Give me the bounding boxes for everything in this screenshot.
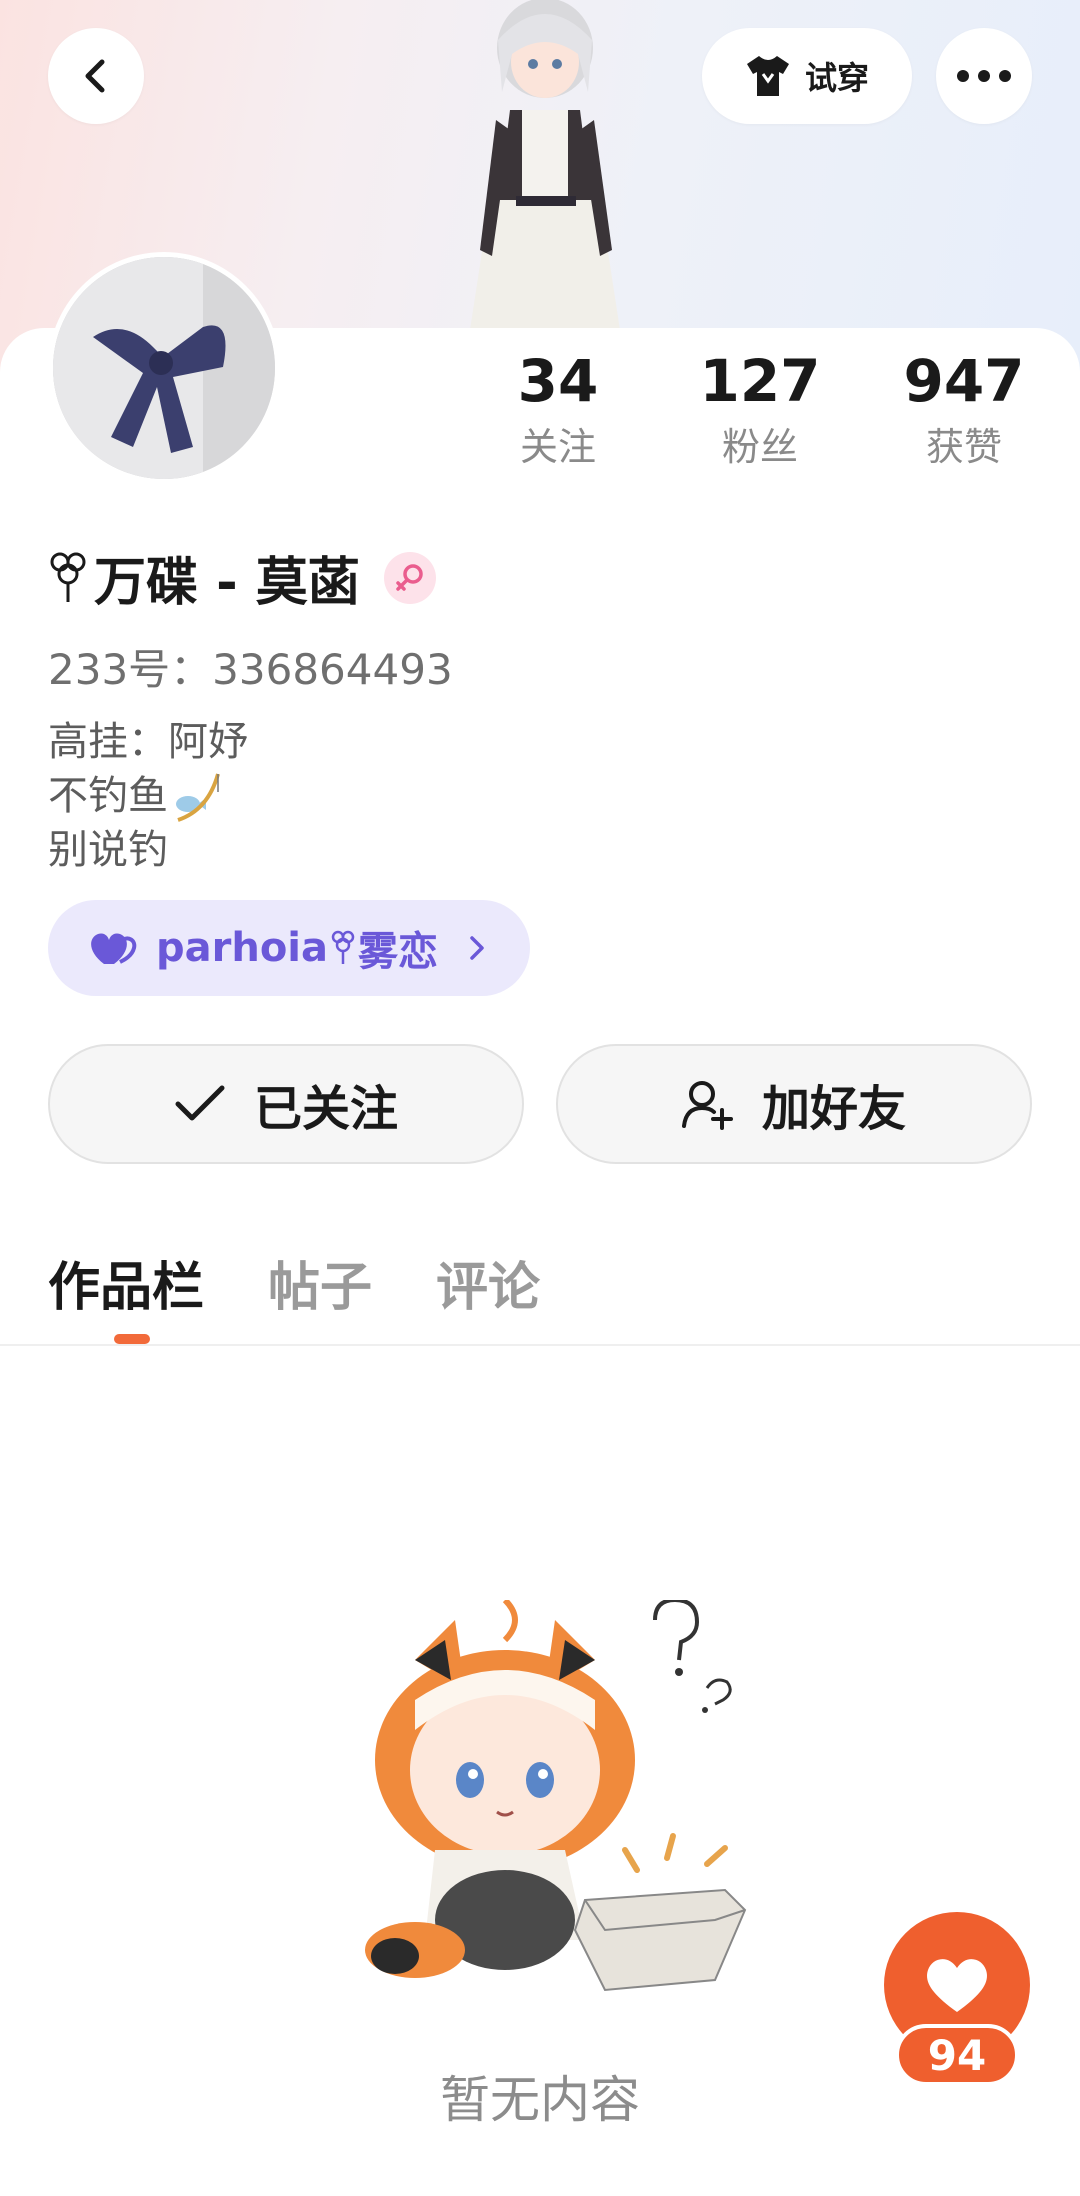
heart-pair-icon [91,933,137,964]
profile-tabs: 作品栏 帖子 评论 [48,1245,540,1320]
flower-icon [331,930,355,964]
stat-fans-label: 粉丝 [721,425,798,469]
stat-following[interactable]: 34 关注 [508,346,608,472]
chevron-right-icon [470,936,484,960]
tab-posts[interactable]: 帖子 [268,1245,372,1320]
back-button[interactable] [48,28,144,124]
tab-active-indicator [114,1334,150,1344]
stat-likes-label: 获赞 [925,425,1002,469]
avatar-3d-figure[interactable] [430,0,660,330]
checkmark-icon [175,1085,225,1121]
user-id[interactable]: 233号：336864493 [48,636,453,697]
add-friend-button[interactable]: 加好友 [556,1044,1032,1164]
guild-name: parhoia [156,925,329,971]
avatar[interactable] [48,252,280,484]
tab-works[interactable]: 作品栏 [48,1245,204,1320]
stat-fans-value: 127 [699,347,821,415]
stat-likes[interactable]: 947 获赞 [903,346,1025,472]
bio-line-2-row: 不钓鱼 [48,769,248,823]
flower-icon [50,552,86,602]
stat-likes-value: 947 [903,347,1025,415]
tshirt-icon [746,56,789,96]
more-dots-icon [957,70,1011,82]
bio: 高挂：阿妤 不钓鱼 别说钓 [48,715,248,877]
avatar-image [53,257,275,479]
bio-line-1: 高挂：阿妤 [48,719,248,765]
bio-line-2: 不钓鱼 [48,773,168,819]
stat-following-label: 关注 [519,425,596,469]
nickname-row: 万碟 - 莫菡 [48,540,436,615]
heart-icon [927,1959,987,2012]
try-on-label: 试穿 [804,59,869,97]
chevron-left-icon [85,59,105,93]
add-friend-label: 加好友 [761,1081,906,1137]
empty-state-illustration [365,1600,747,1992]
following-label: 已关注 [253,1081,398,1137]
try-on-button[interactable]: 试穿 [702,28,912,124]
add-user-icon [681,1081,733,1130]
like-count: 94 [895,2024,1019,2086]
following-button[interactable]: 已关注 [48,1044,524,1164]
fishing-rod-icon [176,773,220,822]
bio-line-3: 别说钓 [48,827,168,873]
stat-fans[interactable]: 127 粉丝 [699,346,821,472]
female-gender-icon [383,551,436,604]
stat-following-value: 34 [517,347,599,415]
tab-comments[interactable]: 评论 [436,1245,540,1320]
tab-divider [0,1344,1080,1346]
guild-suffix: 雾恋 [358,929,439,975]
more-button[interactable] [936,28,1032,124]
guild-badge[interactable]: parhoia 雾恋 [48,900,531,996]
nickname: 万碟 - 莫菡 [94,553,360,613]
